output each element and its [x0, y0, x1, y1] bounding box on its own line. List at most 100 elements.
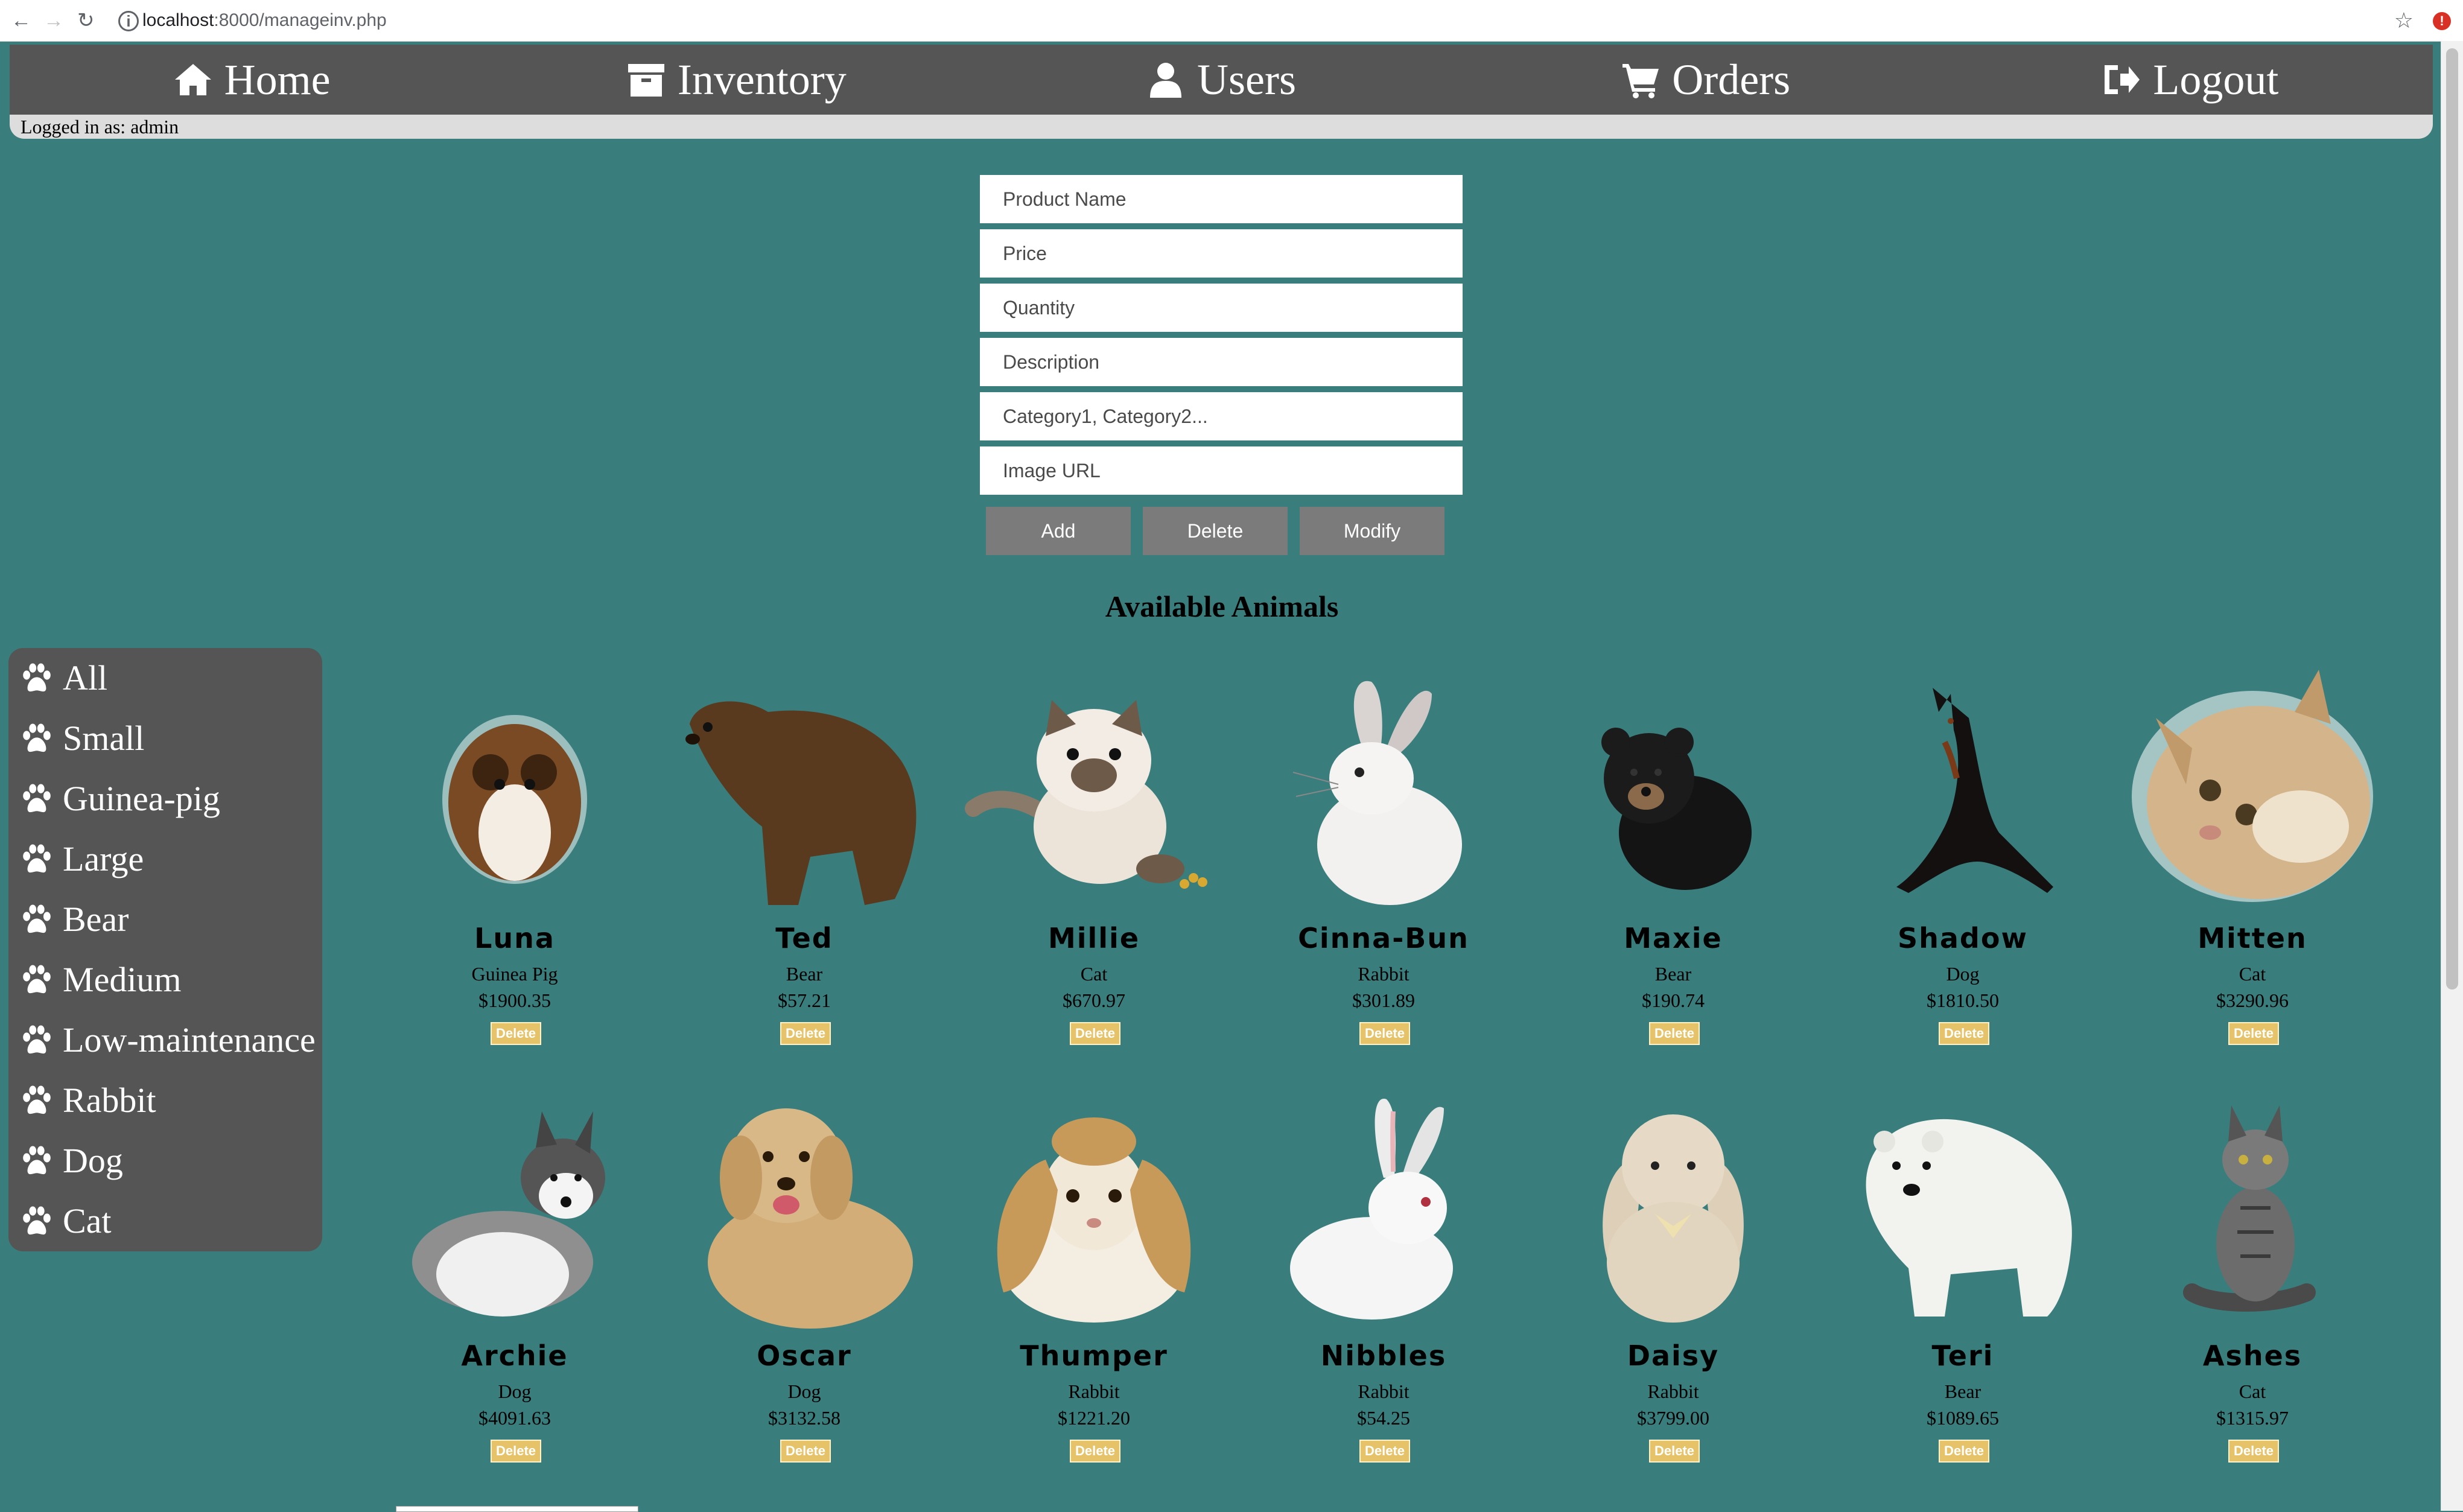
sidebar-item-rabbit[interactable]: Rabbit: [21, 1070, 156, 1131]
user-icon: [1150, 63, 1182, 98]
doberman-image: [1896, 688, 2053, 893]
animal-card-daisy[interactable]: Daisy Rabbit $3799.00 Delete: [1540, 1087, 1806, 1473]
kitten-image: [2132, 670, 2373, 902]
animal-card-maxie[interactable]: Maxie Bear $190.74 Delete: [1540, 670, 1806, 1056]
delete-animal-button[interactable]: Delete: [2228, 1022, 2279, 1045]
nav-orders[interactable]: Orders: [1464, 45, 1948, 115]
sidebar-item-medium[interactable]: Medium: [21, 950, 182, 1010]
animal-card-thumper[interactable]: Thumper Rabbit $1221.20 Delete: [961, 1087, 1227, 1473]
paw-icon: [23, 663, 51, 692]
delete-button[interactable]: Delete: [1143, 507, 1288, 555]
price-input[interactable]: [980, 229, 1463, 278]
extension-icon[interactable]: !: [2433, 12, 2451, 30]
animal-card-millie[interactable]: Millie Cat $670.97 Delete: [961, 670, 1227, 1056]
animal-card-oscar[interactable]: Oscar Dog $3132.58 Delete: [672, 1087, 937, 1473]
sidebar-item-cat[interactable]: Cat: [21, 1191, 112, 1251]
plush-cat-image: [965, 700, 1207, 889]
black-bear-cub-image: [1601, 728, 1752, 890]
animal-type: Bear: [1654, 963, 1692, 985]
animal-name: Ashes: [2202, 1339, 2303, 1372]
back-arrow-icon[interactable]: ←: [11, 8, 31, 33]
animal-type: Bear: [1944, 1380, 1982, 1402]
animal-card-nibbles[interactable]: Nibbles Rabbit $54.25 Delete: [1251, 1087, 1516, 1473]
modify-button[interactable]: Modify: [1300, 507, 1444, 555]
quantity-input[interactable]: [980, 284, 1463, 332]
bookmark-star-icon[interactable]: ☆: [2394, 8, 2414, 33]
nav-users-label: Users: [1197, 56, 1296, 104]
delete-animal-button[interactable]: Delete: [1649, 1022, 1700, 1045]
animal-card-teri[interactable]: Teri Bear $1089.65 Delete: [1830, 1087, 2096, 1473]
nav-users[interactable]: Users: [979, 45, 1463, 115]
info-icon[interactable]: i: [118, 11, 139, 31]
delete-animal-button[interactable]: Delete: [1359, 1022, 1410, 1045]
forward-arrow-icon[interactable]: →: [43, 8, 64, 33]
animal-type: Cat: [2239, 1380, 2266, 1402]
sidebar-item-label: Rabbit: [63, 1081, 156, 1120]
delete-animal-button[interactable]: Delete: [1649, 1440, 1700, 1463]
sidebar-item-label: Large: [63, 839, 144, 878]
delete-animal-button[interactable]: Delete: [1359, 1440, 1410, 1463]
delete-animal-button[interactable]: Delete: [1070, 1440, 1120, 1463]
delete-animal-button[interactable]: Delete: [780, 1022, 831, 1045]
animal-type: Rabbit: [1358, 1380, 1409, 1402]
animal-price: $1315.97: [2216, 1407, 2289, 1429]
animal-price: $3132.58: [768, 1407, 841, 1429]
delete-animal-button[interactable]: Delete: [1939, 1022, 1989, 1045]
sidebar-item-label: Dog: [63, 1141, 123, 1180]
archive-icon: [628, 64, 664, 97]
address-bar[interactable]: localhost:8000/manageinv.php: [142, 8, 387, 33]
sidebar-item-guinea-pig[interactable]: Guinea-pig: [21, 769, 220, 829]
sidebar-item-low-maintenance[interactable]: Low-maintenance: [21, 1010, 316, 1070]
sidebar-item-label: All: [63, 658, 108, 697]
sidebar-item-bear[interactable]: Bear: [21, 889, 129, 950]
categories-input[interactable]: [980, 392, 1463, 440]
animal-card-cinna-bun[interactable]: Cinna-Bun Rabbit $301.89 Delete: [1251, 670, 1516, 1056]
top-nav: Home Inventory Users Orders Logout Logge…: [10, 45, 2433, 139]
animal-price: $4091.63: [478, 1407, 551, 1429]
animal-price: $301.89: [1352, 989, 1415, 1011]
add-button[interactable]: Add: [986, 507, 1131, 555]
delete-animal-button[interactable]: Delete: [1070, 1022, 1120, 1045]
scrollbar-thumb[interactable]: [2446, 48, 2458, 989]
animal-card-ted[interactable]: Ted Bear $57.21 Delete: [672, 670, 937, 1056]
delete-animal-button[interactable]: Delete: [491, 1022, 541, 1045]
sidebar-item-small[interactable]: Small: [21, 708, 144, 769]
paw-icon: [23, 784, 51, 813]
animal-card-luna[interactable]: Luna Guinea Pig $1900.35 Delete: [382, 670, 647, 1056]
animal-card-shadow[interactable]: Shadow Dog $1810.50 Delete: [1830, 670, 2096, 1056]
delete-animal-button[interactable]: Delete: [1939, 1440, 1989, 1463]
animal-type: Dog: [787, 1380, 821, 1402]
nav-inventory[interactable]: Inventory: [494, 45, 979, 115]
animal-name: Thumper: [1020, 1339, 1168, 1372]
golden-retriever-image: [708, 1108, 913, 1329]
nav-home[interactable]: Home: [10, 45, 494, 115]
nav-inventory-label: Inventory: [677, 56, 847, 104]
description-input[interactable]: [980, 338, 1463, 386]
sidebar-item-large[interactable]: Large: [21, 829, 144, 889]
sidebar-item-dog[interactable]: Dog: [21, 1131, 123, 1191]
animal-type: Cat: [2239, 963, 2266, 985]
reload-icon[interactable]: ↻: [77, 8, 95, 33]
sidebar-item-label: Cat: [63, 1201, 112, 1240]
animal-card-ashes[interactable]: Ashes Cat $1315.97 Delete: [2120, 1087, 2385, 1473]
animal-card-archie[interactable]: Archie Dog $4091.63 Delete: [382, 1087, 647, 1473]
product-name-input[interactable]: [980, 175, 1463, 223]
animal-price: $54.25: [1357, 1407, 1410, 1429]
delete-animal-button[interactable]: Delete: [2228, 1440, 2279, 1463]
sidebar-item-all[interactable]: All: [21, 648, 107, 708]
delete-animal-button[interactable]: Delete: [780, 1440, 831, 1463]
animal-type: Dog: [498, 1380, 532, 1402]
sidebar-item-label: Low-maintenance: [63, 1020, 316, 1059]
page-scrollbar[interactable]: [2441, 41, 2463, 1511]
animal-card-mitten[interactable]: Mitten Cat $3290.96 Delete: [2120, 670, 2385, 1056]
white-bunny-image: [1290, 1099, 1453, 1320]
delete-animal-button[interactable]: Delete: [491, 1440, 541, 1463]
animal-type: Guinea Pig: [471, 963, 558, 985]
plush-bunny-image: [1603, 1114, 1744, 1323]
animal-name: Shadow: [1898, 922, 2028, 955]
animal-name: Archie: [461, 1339, 568, 1372]
nav-logout[interactable]: Logout: [1948, 45, 2433, 115]
url-path: :8000/manageinv.php: [214, 10, 387, 30]
image-url-input[interactable]: [980, 446, 1463, 495]
home-icon: [174, 64, 211, 95]
